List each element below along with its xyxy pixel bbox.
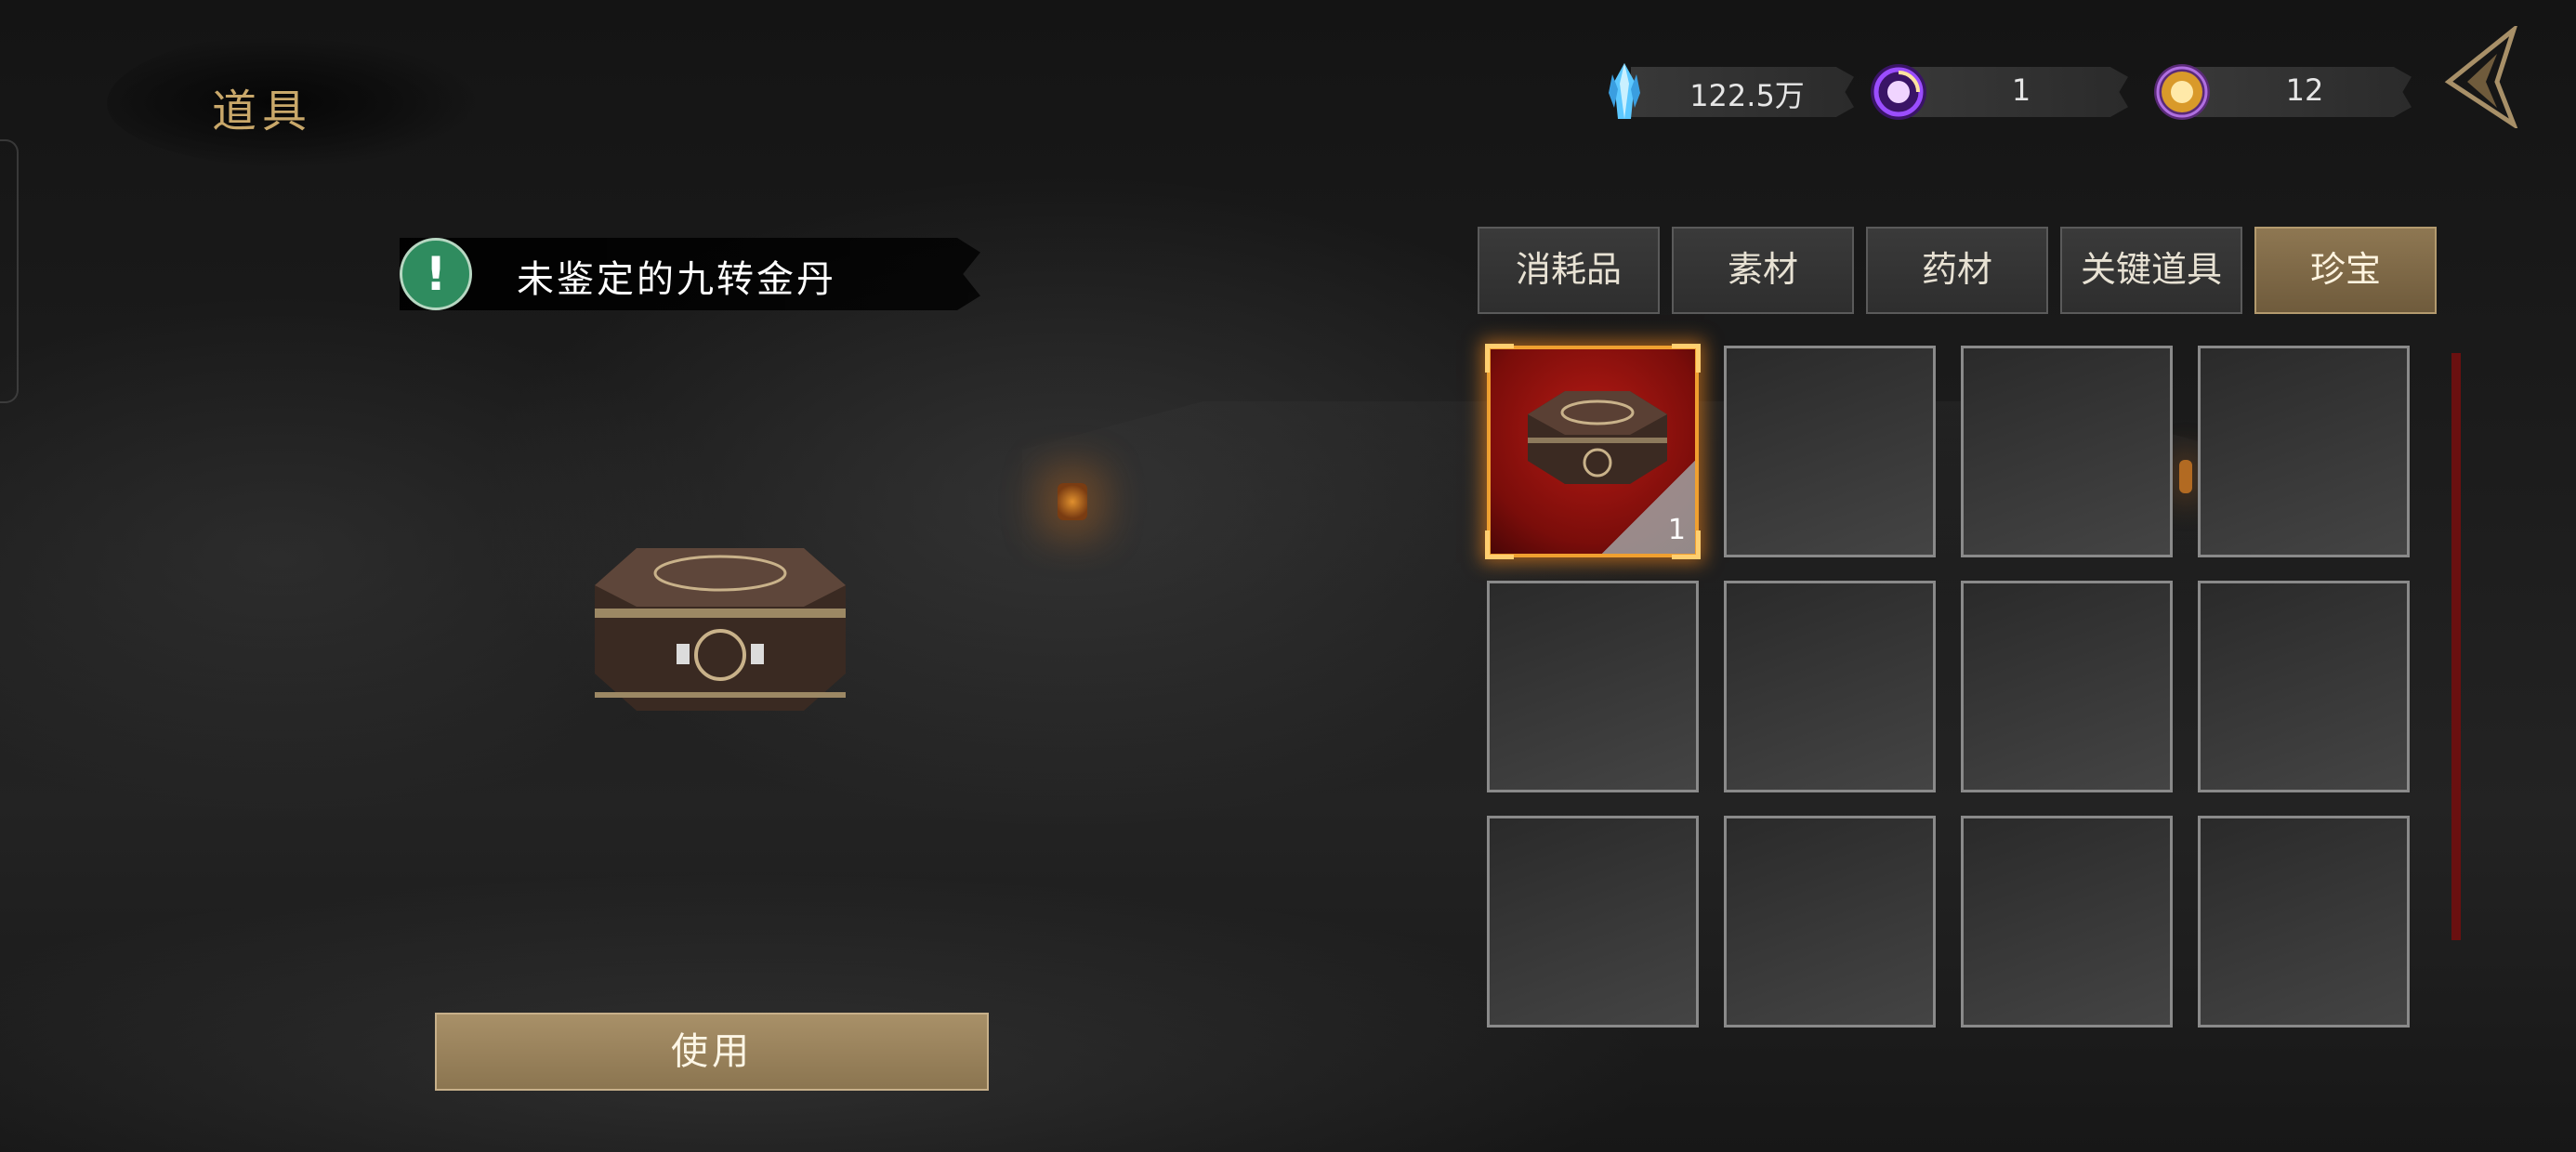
tab-key-items[interactable]: 关键道具 bbox=[2060, 227, 2242, 314]
selection-corner bbox=[1672, 344, 1701, 373]
back-arrow-icon[interactable] bbox=[2439, 26, 2523, 128]
tab-consumables[interactable]: 消耗品 bbox=[1478, 227, 1660, 314]
currency-value: 122.5万 bbox=[1689, 78, 1805, 113]
inventory-slot[interactable] bbox=[1724, 581, 1936, 792]
inventory-slot[interactable] bbox=[2198, 816, 2410, 1028]
side-drawer-handle[interactable] bbox=[0, 139, 19, 403]
purple-orb-icon bbox=[1871, 64, 1926, 120]
inventory-scrollbar[interactable] bbox=[2451, 353, 2461, 940]
background-lantern bbox=[2179, 460, 2192, 493]
inventory-slot[interactable] bbox=[1961, 346, 2173, 557]
inventory-slot[interactable] bbox=[2198, 346, 2410, 557]
tab-materials[interactable]: 素材 bbox=[1672, 227, 1854, 314]
tab-treasures[interactable]: 珍宝 bbox=[2254, 227, 2437, 314]
inventory-slot[interactable] bbox=[1961, 581, 2173, 792]
gold-orb-icon bbox=[2154, 64, 2210, 120]
use-button[interactable]: 使用 bbox=[435, 1013, 989, 1091]
currency-gold-orb: 12 bbox=[2151, 63, 2412, 121]
currency-value: 12 bbox=[2285, 72, 2324, 108]
inventory-slot[interactable] bbox=[1724, 346, 1936, 557]
page-title: 道具 bbox=[212, 85, 313, 137]
inventory-slot[interactable] bbox=[1487, 816, 1699, 1028]
inventory-slot[interactable] bbox=[1724, 816, 1936, 1028]
selection-corner bbox=[1485, 530, 1514, 559]
background-lantern bbox=[1058, 483, 1087, 520]
selected-item-name: 未鉴定的九转金丹 bbox=[517, 258, 836, 301]
inventory-slot[interactable] bbox=[2198, 581, 2410, 792]
inventory-slot[interactable] bbox=[1961, 816, 2173, 1028]
currency-purple-orb: 1 bbox=[1868, 63, 2128, 121]
exclamation-icon: ! bbox=[400, 238, 472, 310]
currency-crystal: 122.5万 bbox=[1594, 63, 1854, 121]
tab-herbs[interactable]: 药材 bbox=[1866, 227, 2048, 314]
selection-corner bbox=[1485, 344, 1514, 373]
inventory-slot-selected[interactable]: 1 bbox=[1485, 344, 1701, 559]
title-brush-stroke bbox=[107, 28, 525, 167]
item-preview-chest bbox=[595, 548, 846, 711]
crystal-icon bbox=[1609, 63, 1640, 119]
item-count: 1 bbox=[1667, 514, 1686, 546]
inventory-slot[interactable] bbox=[1487, 581, 1699, 792]
currency-value: 1 bbox=[2011, 72, 2031, 108]
